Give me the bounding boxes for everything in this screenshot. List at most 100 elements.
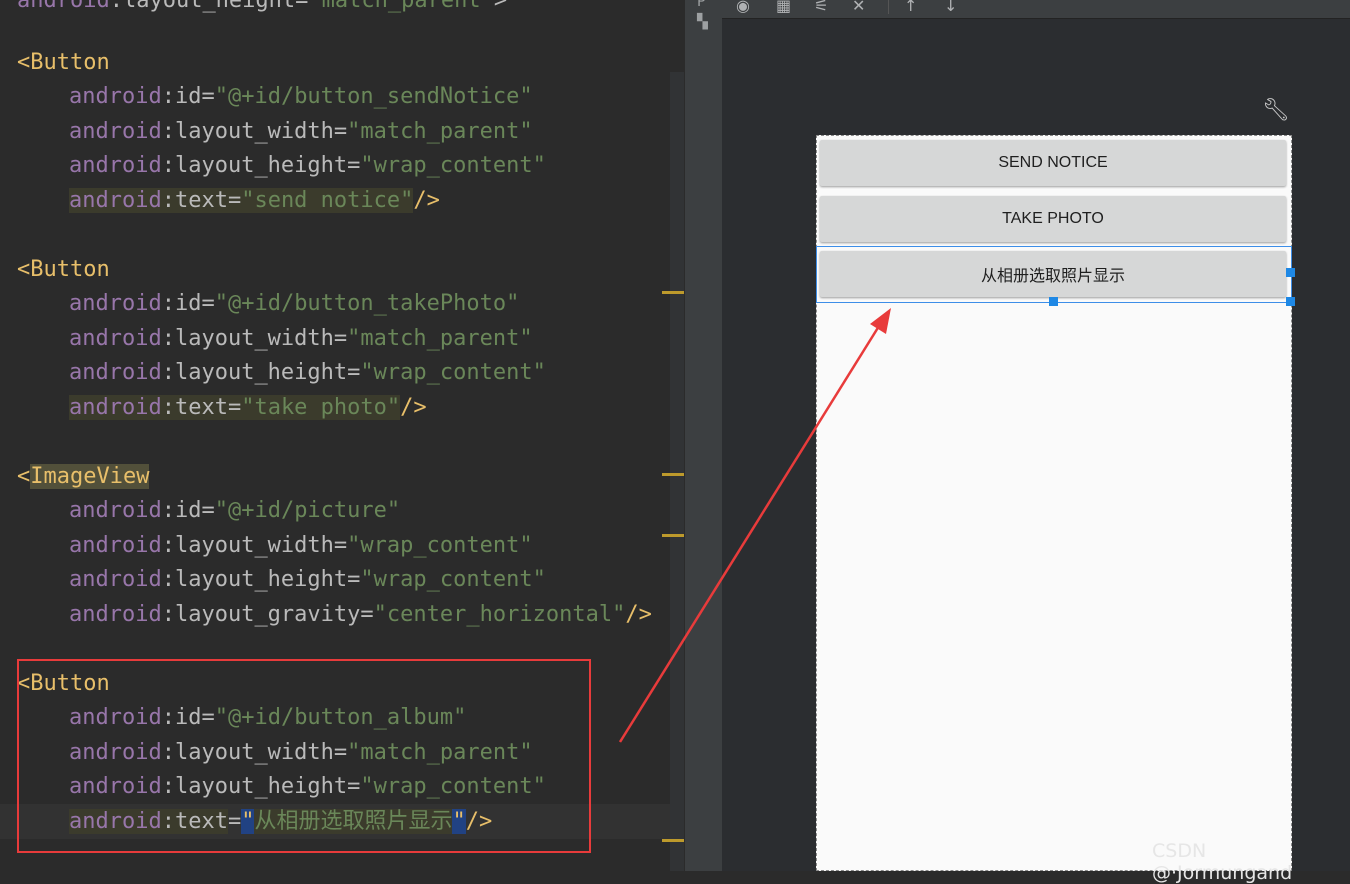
clear-constraints-icon[interactable]: ✕	[852, 0, 865, 15]
wrench-icon[interactable]: 🔧︎	[1262, 98, 1290, 123]
code-token: =	[227, 188, 242, 213]
code-token: android	[69, 119, 162, 144]
code-token: android	[69, 291, 162, 316]
annotation-highlight-box	[17, 659, 591, 853]
code-token: =	[201, 84, 215, 109]
error-stripe-marker[interactable]	[662, 291, 684, 294]
grid-icon[interactable]: ▦	[776, 0, 791, 15]
code-token: "center_horizontal"	[373, 602, 626, 627]
code-token: text	[174, 188, 228, 213]
resize-handle[interactable]	[1049, 297, 1058, 306]
code-token: layout_height	[174, 360, 348, 385]
code-token: android	[17, 0, 110, 13]
align-bottom-icon[interactable]: ↓	[944, 0, 957, 15]
magnet-icon[interactable]: ⚟	[814, 0, 828, 15]
resize-handle[interactable]	[1286, 268, 1295, 277]
send-notice-button[interactable]: SEND NOTICE	[820, 140, 1286, 186]
code-token: :	[161, 326, 175, 351]
code-token: />	[413, 188, 440, 213]
code-token: layout_height	[122, 0, 296, 13]
code-line[interactable]: android:layout_height="wrap_content"	[69, 355, 546, 390]
code-token: :	[161, 498, 175, 523]
code-token: android	[69, 360, 162, 385]
watermark: CSDN @·Jormungand	[1152, 840, 1293, 884]
code-token: :	[161, 602, 175, 627]
code-line[interactable]: android:id="@+id/button_takePhoto"	[69, 286, 519, 321]
code-token: text	[174, 395, 228, 420]
code-line[interactable]: android:layout_height="wrap_content"	[69, 148, 546, 183]
code-token: "wrap_content"	[360, 567, 546, 592]
code-line[interactable]: android:id="@+id/button_sendNotice"	[69, 79, 533, 114]
code-token: :	[161, 119, 175, 144]
code-token: android	[69, 84, 162, 109]
code-token: =	[360, 602, 374, 627]
panel-tab-label[interactable]: P	[697, 0, 705, 10]
code-token: layout_width	[174, 326, 334, 351]
code-editor[interactable]: android:layout_height="match_parent"> <Bu…	[0, 0, 684, 871]
code-token: Button	[30, 257, 110, 282]
code-line[interactable]: android:layout_height="match_parent">	[17, 0, 507, 18]
eye-icon[interactable]: ◉	[736, 0, 750, 15]
code-token: "take photo"	[241, 395, 401, 420]
code-token: :	[161, 291, 175, 316]
resize-handle[interactable]	[1286, 297, 1295, 306]
code-token: id	[174, 84, 202, 109]
code-token: :	[161, 533, 175, 558]
error-stripe-marker[interactable]	[662, 534, 684, 537]
code-token: :	[161, 360, 175, 385]
code-token: android	[69, 188, 162, 213]
code-token: <	[17, 464, 31, 489]
code-token: =	[333, 533, 348, 558]
selection-outline	[816, 246, 1295, 306]
code-token: "match_parent"	[347, 119, 533, 144]
code-token: id	[174, 291, 202, 316]
code-token: :	[161, 84, 175, 109]
code-token: :	[161, 395, 175, 420]
code-line[interactable]: <Button	[17, 252, 110, 287]
code-token: Button	[30, 50, 110, 75]
code-token: "wrap_content"	[360, 360, 546, 385]
code-token: />	[400, 395, 427, 420]
take-photo-button[interactable]: TAKE PHOTO	[820, 196, 1286, 242]
code-line[interactable]: android:id="@+id/picture"	[69, 493, 400, 528]
code-line[interactable]: android:layout_height="wrap_content"	[69, 562, 546, 597]
code-line[interactable]: android:layout_gravity="center_horizonta…	[69, 597, 652, 632]
code-token: "match_parent"	[308, 0, 494, 13]
code-token: "match_parent"	[347, 326, 533, 351]
code-token: >	[493, 0, 508, 13]
code-line[interactable]: android:layout_width="match_parent"	[69, 321, 533, 356]
code-token: "wrap_content"	[347, 533, 533, 558]
code-token: =	[227, 395, 242, 420]
code-token: android	[69, 395, 162, 420]
code-line[interactable]: android:text="take photo"/>	[69, 390, 427, 425]
code-line[interactable]: <ImageView	[17, 459, 150, 494]
code-line[interactable]: <Button	[17, 45, 110, 80]
code-token: <	[17, 257, 31, 282]
code-token: ImageView	[30, 464, 150, 489]
toolbar-separator	[888, 0, 889, 14]
error-stripe-marker[interactable]	[662, 473, 684, 476]
editor-scrollbar[interactable]	[670, 72, 684, 871]
code-token: =	[333, 119, 348, 144]
code-token: android	[69, 498, 162, 523]
code-token: :	[161, 153, 175, 178]
code-token: layout_gravity	[174, 602, 361, 627]
error-stripe-marker[interactable]	[662, 839, 684, 842]
code-token: id	[174, 498, 202, 523]
code-token: =	[295, 0, 309, 13]
code-line[interactable]: android:text="send notice"/>	[69, 183, 440, 218]
code-token: android	[69, 153, 162, 178]
code-token: =	[201, 498, 215, 523]
palette-icon[interactable]: ▚	[697, 14, 708, 30]
code-token: "@+id/picture"	[214, 498, 401, 523]
code-token: "@+id/button_sendNotice"	[214, 84, 533, 109]
code-line[interactable]: android:layout_width="wrap_content"	[69, 528, 533, 563]
code-line[interactable]: android:layout_width="match_parent"	[69, 114, 533, 149]
code-token: android	[69, 533, 162, 558]
code-token: layout_width	[174, 119, 334, 144]
code-token: :	[161, 188, 175, 213]
layout-designer: ◉ ▦ ⚟ ✕ ↑ ↓ 🔧︎ SEND NOTICE TAKE PHOTO 从相…	[722, 0, 1350, 871]
align-top-icon[interactable]: ↑	[904, 0, 917, 15]
code-token: :	[161, 567, 175, 592]
device-preview: SEND NOTICE TAKE PHOTO 从相册选取照片显示	[816, 135, 1295, 871]
